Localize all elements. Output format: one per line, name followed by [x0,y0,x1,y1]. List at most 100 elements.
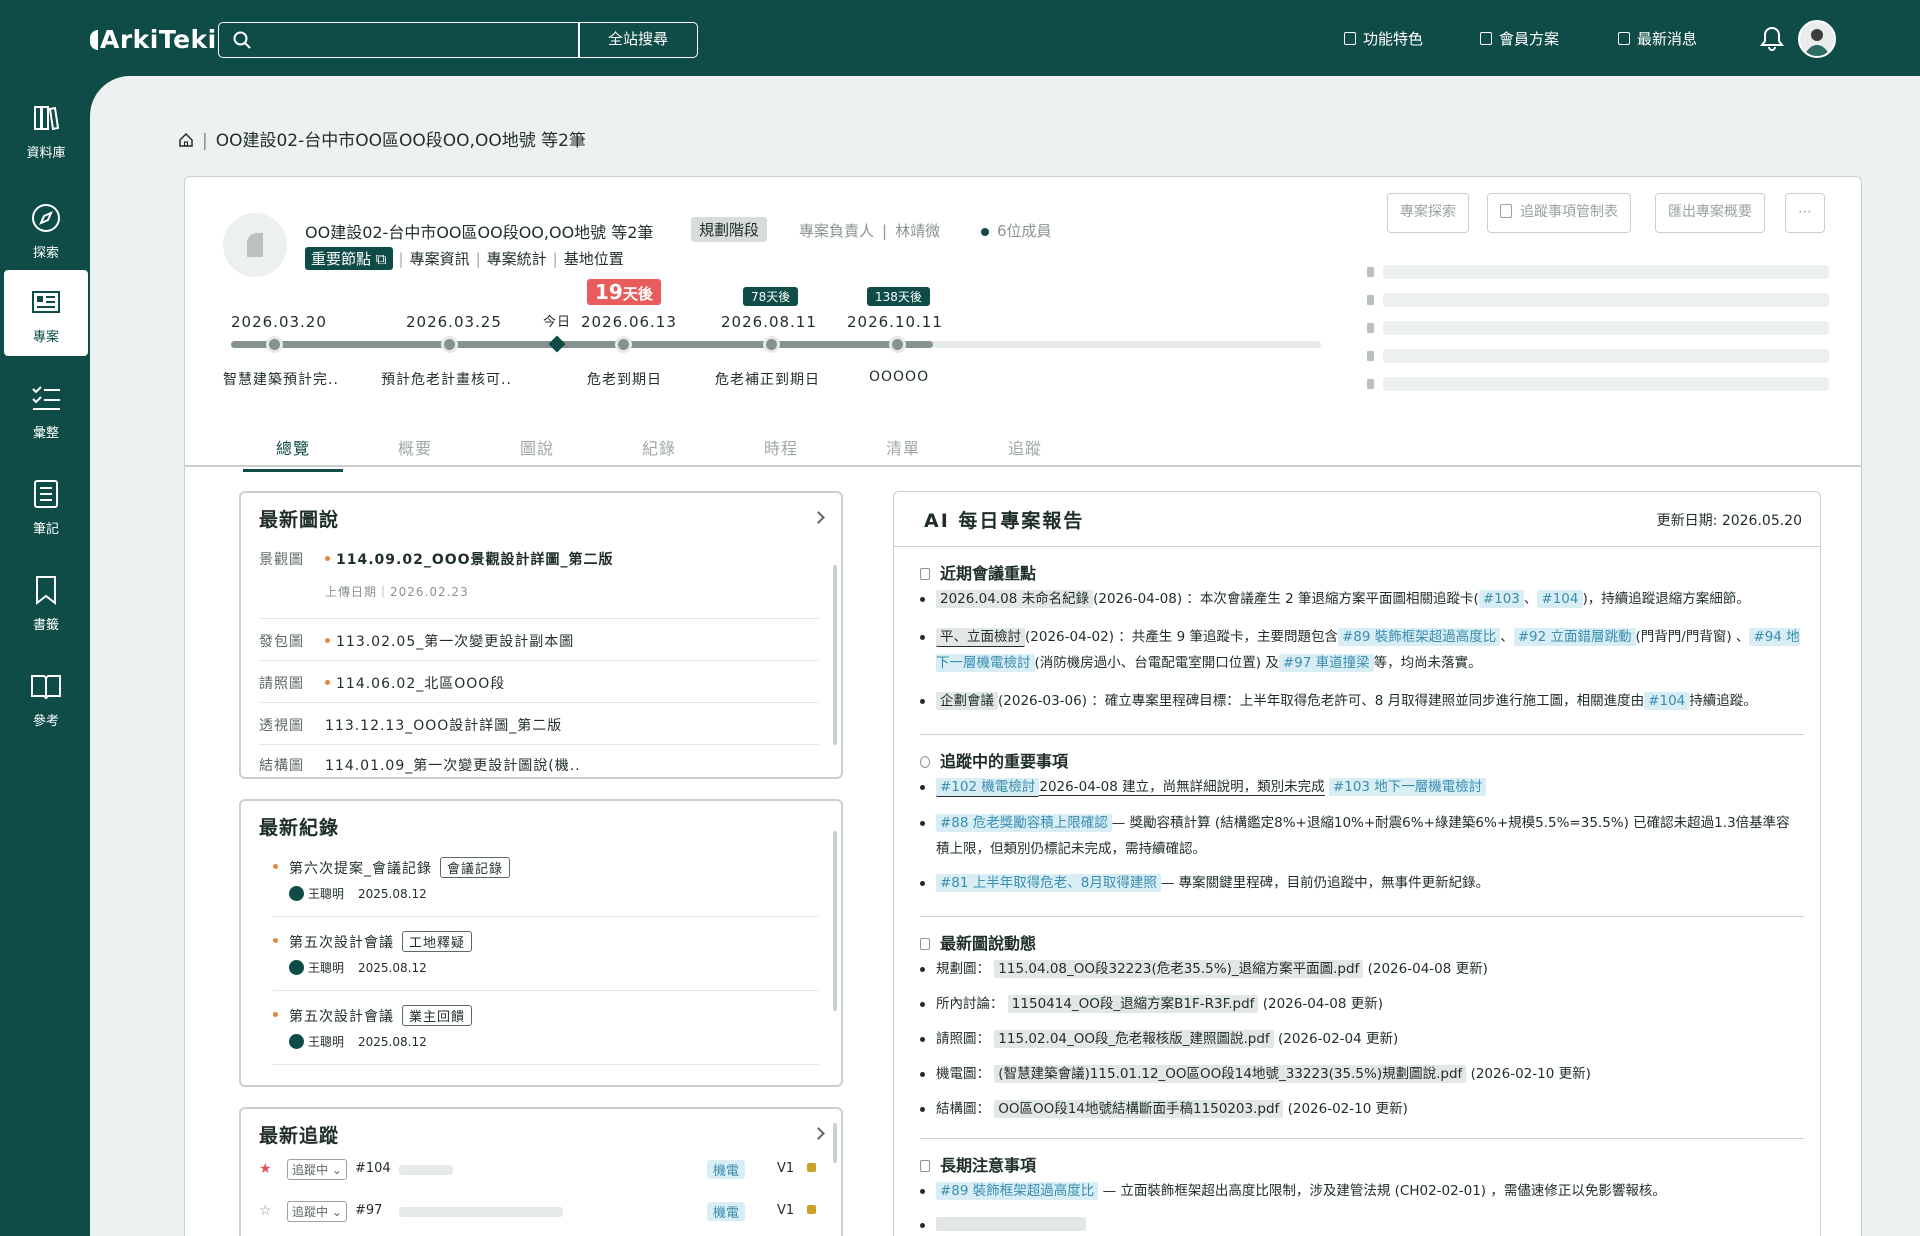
milestone-label: 預計危老計畫核可.. [381,372,512,388]
longterm-item [920,1212,1800,1236]
tab-records[interactable]: 紀錄 [609,435,709,469]
drawing-row[interactable]: 景觀圖 114.09.02_OOO景觀設計詳圖_第二版 上傳日期｜2026.02… [259,549,819,619]
drawing-item: 機電圖： (智慧建築會議)115.01.12_OO區OO段14地號_33223(… [920,1061,1800,1087]
project-members[interactable]: 6位成員 [981,220,1052,241]
sidebar-item-bookmarks[interactable]: 書籤 [4,558,88,644]
app-logo[interactable]: ArkiTeki [90,25,217,54]
sidebar-item-project[interactable]: 專案 [4,270,88,356]
tab-drawings[interactable]: 圖說 [487,435,587,469]
milestone-node[interactable] [615,336,632,353]
tab-tracking[interactable]: 追蹤 [975,435,1075,469]
record-row[interactable]: 第五次設計會議 業主回饋 王聰明 2025.08.12 [272,1005,819,1065]
rocket-icon [1344,32,1356,45]
sidebar-item-library[interactable]: 資料庫 [4,86,88,172]
file-link[interactable]: (智慧建築會議)115.01.12_OO區OO段14地號_33223(35.5%… [994,1065,1467,1083]
drawing-row[interactable]: 結構圖 114.01.09_第一次變更設計圖說(機.. [259,747,819,777]
pinned-item[interactable] [1367,265,1829,281]
ai-daily-report: AI 每日專案報告 更新日期: 2026.05.20 近期會議重點 2026.0… [893,491,1821,1236]
nav-news[interactable]: 最新消息 [1618,28,1697,49]
record-link[interactable]: 企劃會議 [936,692,998,710]
tracking-link[interactable]: #103 地下一層機電檢討 [1328,778,1487,796]
status-dropdown[interactable]: 追蹤中 ⌄ [287,1159,347,1180]
file-link[interactable]: 1150414_OO段_退縮方案B1F-R3F.pdf [1007,995,1259,1013]
more-menu-button[interactable]: ⋯ [1785,193,1825,233]
file-link[interactable]: 115.02.04_OO段_危老報核版_建照圖說.pdf [994,1030,1274,1048]
subnav-key-nodes[interactable]: 重要節點 ⧉ [305,247,393,270]
pin-icon [1367,351,1374,361]
chevron-right-icon[interactable] [812,511,825,524]
tracking-row[interactable]: ☆ 追蹤中 ⌄ #97 機電 V1 [259,1199,819,1229]
chevron-right-icon[interactable] [812,1127,825,1140]
record-link[interactable]: 平、立面檢討 [936,628,1025,647]
clipboard-icon [1480,32,1492,45]
search-input[interactable] [218,22,580,58]
project-subnav: 重要節點 ⧉ | 專案資訊 | 專案統計 | 基地位置 [305,247,624,270]
breadcrumb-current[interactable]: OO建設02-台中市OO區OO段OO,OO地號 等2筆 [216,131,586,151]
status-dropdown[interactable]: 追蹤中 ⌄ [287,1201,347,1222]
drawing-row[interactable]: 透視圖 113.12.13_OOO設計詳圖_第二版 [259,705,819,745]
tracking-link[interactable]: #89 裝飾框架超過高度比 [936,1182,1099,1200]
subnav-info[interactable]: 專案資訊 [410,250,470,268]
sidebar-item-notes[interactable]: 筆記 [4,462,88,548]
scrollbar[interactable] [833,565,837,745]
drawing-row[interactable]: 請照圖 114.06.02_北區OOO段 [259,663,819,703]
sidebar-item-collection[interactable]: 彙整 [4,366,88,452]
sidebar-item-explore[interactable]: 探索 [4,186,88,272]
tracking-link[interactable]: #97 車道撞梁 [1278,654,1374,672]
tracking-row[interactable]: ★ 追蹤中 ⌄ #104 機電 V1 [259,1157,819,1187]
tracking-link[interactable]: #81 上半年取得危老、8月取得建照 [936,874,1161,892]
subnav-site[interactable]: 基地位置 [564,250,624,268]
star-icon[interactable]: ★ [259,1161,272,1177]
record-link[interactable]: 2026.04.08 未命名紀錄 [936,590,1094,608]
tracking-link[interactable]: #104 [1644,692,1690,710]
file-link[interactable]: OO區OO段14地號結構斷面手稿1150203.pdf [994,1100,1284,1118]
pinned-item[interactable] [1367,321,1829,337]
section-meetings: 近期會議重點 [920,560,1036,584]
tracking-link[interactable]: #92 立面錯層跳動 [1513,628,1636,646]
milestone-node[interactable] [763,336,780,353]
avatar [289,886,304,901]
drawing-row[interactable]: 發包圖 113.02.05_第一次變更設計副本圖 [259,621,819,661]
ai-report-date: 更新日期: 2026.05.20 [1656,513,1802,529]
milestone-date: 2026.06.13 [581,313,677,331]
milestone-node[interactable] [266,336,283,353]
tracking-link[interactable]: #88 危老獎勵容積上限確認 [936,814,1112,832]
milestone-node[interactable] [441,336,458,353]
site-search-button[interactable]: 全站搜尋 [578,22,698,58]
milestone-date: 2026.10.11 [847,313,943,331]
pinned-item[interactable] [1367,377,1829,393]
tab-list[interactable]: 清單 [853,435,953,469]
pinned-item[interactable] [1367,293,1829,309]
file-link[interactable]: 115.04.08_OO段32223(危老35.5%)_退縮方案平面圖.pdf [994,960,1364,978]
export-summary-button[interactable]: 匯出專案概要 [1655,193,1765,233]
record-row[interactable]: 第六次提案_會議記錄 會議記錄 王聰明 2025.08.12 [272,857,819,917]
home-icon[interactable] [178,132,194,148]
sidebar-item-reference[interactable]: 參考 [4,654,88,740]
tracking-link[interactable]: #102 機電檢討 [936,778,1040,797]
tracking-table-button[interactable]: 追蹤事項管制表 [1487,193,1631,233]
subnav-stats[interactable]: 專案統計 [487,250,547,268]
pin-icon [1367,379,1374,389]
tab-summary[interactable]: 概要 [365,435,465,469]
project-explore-button[interactable]: 專案探索 [1387,193,1469,233]
nav-membership[interactable]: 會員方案 [1480,28,1559,49]
tracking-link[interactable]: #104 [1537,590,1583,608]
divider [920,916,1804,917]
section-tracking: 追蹤中的重要事項 [920,748,1068,772]
latest-records-panel: 最新紀錄 第六次提案_會議記錄 會議記錄 王聰明 2025.08.12 第五次設計會… [239,799,843,1087]
nav-features[interactable]: 功能特色 [1344,28,1423,49]
edit-icon: ⧉ [375,250,387,268]
bell-icon[interactable] [1760,26,1784,52]
tab-schedule[interactable]: 時程 [731,435,831,469]
note-icon [34,480,58,508]
milestone-node[interactable] [889,336,906,353]
user-avatar[interactable] [1798,20,1836,58]
tracking-link[interactable]: #89 裝飾框架超過高度比 [1337,628,1501,646]
scrollbar[interactable] [833,831,837,1011]
star-outline-icon[interactable]: ☆ [259,1203,272,1219]
scrollbar[interactable] [833,1123,837,1163]
tracking-link[interactable]: #103 [1478,590,1524,608]
drawing-item: 規劃圖： 115.04.08_OO段32223(危老35.5%)_退縮方案平面圖… [920,956,1800,982]
record-row[interactable]: 第五次設計會議 工地釋疑 王聰明 2025.08.12 [272,931,819,991]
pinned-item[interactable] [1367,349,1829,365]
